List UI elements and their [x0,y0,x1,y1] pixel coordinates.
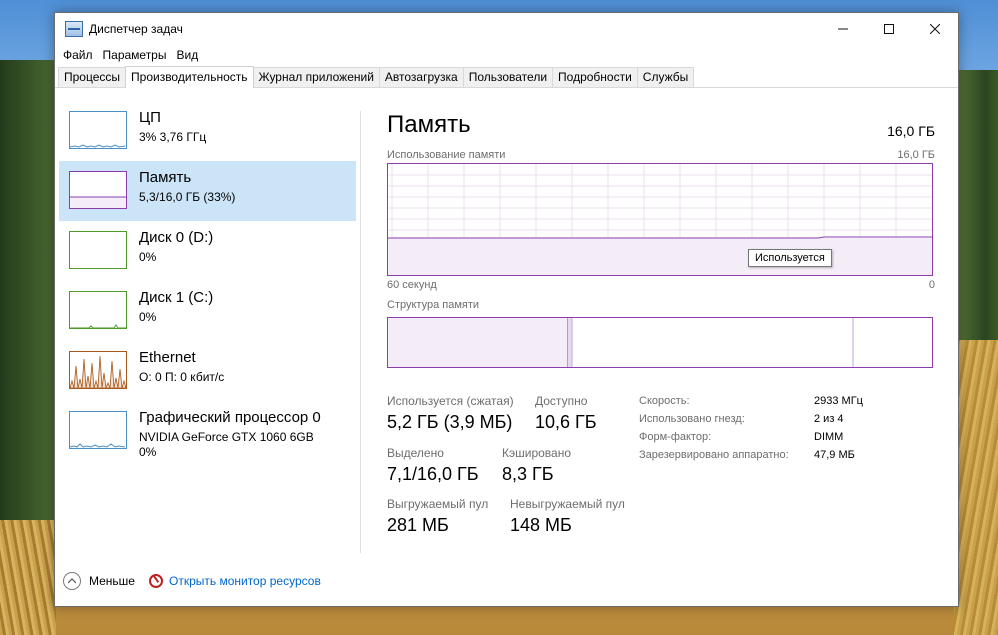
usage-tooltip: Используется [748,249,832,267]
maximize-icon [884,24,894,34]
paged-pool-label: Выгружаемый пул [387,497,489,511]
graph-axis-right: 0 [928,279,935,291]
memory-usage-area [388,238,932,275]
cached-value: 8,3 ГБ [502,464,554,484]
usage-graph-max: 16,0 ГБ [897,149,935,161]
sidebar-item-cpu[interactable]: ЦП 3% 3,76 ГГц [59,101,356,161]
memory-usage-line [388,236,932,239]
slots-value: 2 из 4 [814,413,844,425]
tab-services[interactable]: Службы [636,67,695,87]
footer-bar: Меньше Открыть монитор ресурсов [63,571,321,591]
sidebar-item-detail: 0% [139,310,157,324]
available-label: Доступно [535,394,588,408]
sidebar-item-name: Диск 0 (D:) [139,229,214,246]
slots-label: Использовано гнезд: [639,413,745,425]
task-manager-window: Диспетчер задач Файл Параметры Вид Проце… [54,12,959,607]
form-factor-label: Форм-фактор: [639,431,712,443]
desktop-wheat-right [954,340,998,635]
hardware-reserved-label: Зарезервировано аппаратно: [639,449,789,461]
open-resource-monitor-link[interactable]: Открыть монитор ресурсов [169,574,321,588]
page-title: Память [387,111,471,138]
tab-processes[interactable]: Процессы [58,67,127,87]
sidebar-item-disk0[interactable]: Диск 0 (D:) 0% [59,221,356,281]
sidebar-item-detail: О: 0 П: 0 кбит/с [139,370,225,384]
sidebar-item-name: ЦП [139,109,161,126]
desktop-trees-right [954,70,998,340]
composition-modified [568,318,572,367]
disk0-thumbnail-graph [69,231,127,269]
sidebar-item-disk1[interactable]: Диск 1 (C:) 0% [59,281,356,341]
tab-details[interactable]: Подробности [552,67,638,87]
tab-users[interactable]: Пользователи [462,67,554,87]
minimize-icon [838,28,848,30]
close-icon [930,24,940,34]
in-use-label: Используется (сжатая) [387,394,514,408]
fewer-details-label[interactable]: Меньше [89,574,135,588]
paged-pool-value: 281 МБ [387,515,449,535]
menu-bar: Файл Параметры Вид [55,45,958,65]
tab-strip: Процессы Производительность Журнал прило… [55,65,958,88]
gpu-thumbnail-graph [69,411,127,449]
fewer-details-button[interactable] [63,572,81,590]
speed-label: Скорость: [639,395,690,407]
sidebar-item-detail-2: 0% [139,445,157,459]
sidebar-item-detail: 3% 3,76 ГГц [139,130,207,144]
sidebar-item-memory[interactable]: Память 5,3/16,0 ГБ (33%) [59,161,356,221]
memory-total: 16,0 ГБ [887,123,935,139]
maximize-button[interactable] [866,13,912,45]
sidebar-item-detail: 0% [139,250,157,264]
sidebar-item-ethernet[interactable]: Ethernet О: 0 П: 0 кбит/с [59,341,356,401]
sidebar-item-name: Диск 1 (C:) [139,289,214,306]
resource-monitor-icon [148,574,163,588]
minimize-button[interactable] [820,13,866,45]
disk1-thumbnail-graph [69,291,127,329]
sidebar-item-detail: NVIDIA GeForce GTX 1060 6GB [139,430,314,444]
tab-startup[interactable]: Автозагрузка [378,67,464,87]
committed-value: 7,1/16,0 ГБ [387,464,479,484]
menu-options[interactable]: Параметры [99,48,173,62]
composition-in-use [388,318,568,367]
menu-file[interactable]: Файл [59,48,99,62]
sidebar-item-name: Ethernet [139,349,196,366]
menu-view[interactable]: Вид [172,48,204,62]
in-use-value: 5,2 ГБ (3,9 МБ) [387,412,513,432]
chevron-up-icon [68,578,76,584]
tab-performance[interactable]: Производительность [125,66,254,88]
composition-graph-label: Структура памяти [387,299,480,311]
title-bar[interactable]: Диспетчер задач [55,13,958,45]
nonpaged-pool-label: Невыгружаемый пул [510,497,625,511]
desktop-trees-left [0,60,60,520]
close-button[interactable] [912,13,958,45]
sidebar-item-detail: 5,3/16,0 ГБ (33%) [139,190,236,204]
committed-label: Выделено [387,446,444,460]
cached-label: Кэшировано [502,446,572,460]
hardware-reserved-value: 47,9 МБ [814,449,855,461]
available-value: 10,6 ГБ [535,412,597,432]
usage-graph-label: Использование памяти [387,149,506,161]
cpu-thumbnail-graph [69,111,127,149]
speed-value: 2933 МГц [814,395,863,407]
memory-thumbnail-graph [69,171,127,209]
sidebar-item-name: Графический процессор 0 [139,409,321,426]
resource-list: ЦП 3% 3,76 ГГц Память 5,3/16,0 ГБ (33%) … [55,88,361,548]
tab-app-history[interactable]: Журнал приложений [252,67,380,87]
task-manager-icon [65,21,83,37]
form-factor-value: DIMM [814,431,844,443]
panel-divider[interactable] [360,111,361,553]
ethernet-thumbnail-graph [69,351,127,389]
graph-axis-left: 60 секунд [387,279,437,291]
window-title: Диспетчер задач [89,22,183,36]
desktop-wheat-left [0,520,56,635]
sidebar-item-name: Память [139,169,192,186]
sidebar-item-gpu[interactable]: Графический процессор 0 NVIDIA GeForce G… [59,401,356,461]
nonpaged-pool-value: 148 МБ [510,515,572,535]
memory-usage-graph[interactable] [387,163,933,276]
memory-composition-bar[interactable] [387,317,933,368]
